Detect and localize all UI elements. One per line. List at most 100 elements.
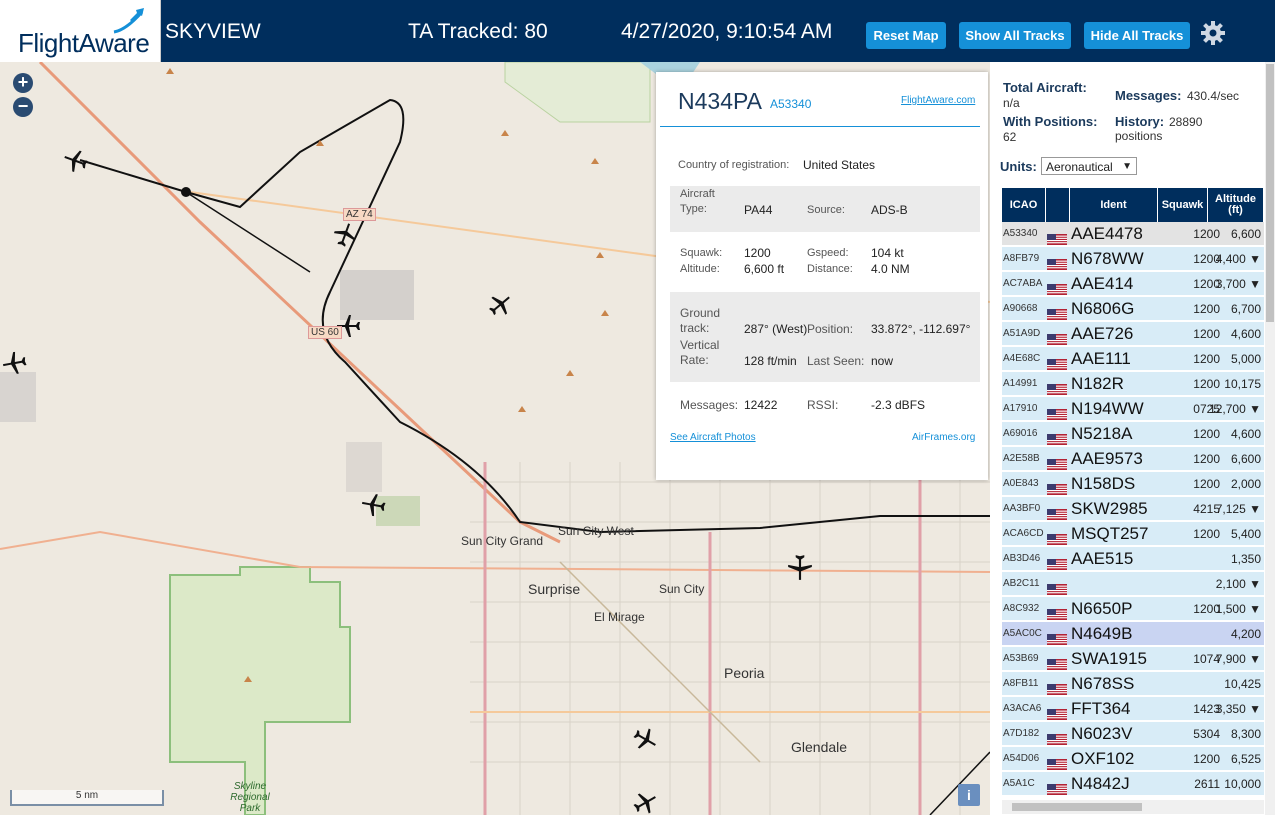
table-row[interactable]: A69016 N5218A 1200 4,600 — [1002, 422, 1264, 446]
total-aircraft-label: Total Aircraft: — [1003, 80, 1087, 95]
table-row[interactable]: A0E843 N158DS 1200 2,000 — [1002, 472, 1264, 496]
table-row[interactable]: AA3BF0 SKW2985 4215 7,125 ▼ — [1002, 497, 1264, 521]
us-flag-icon — [1047, 304, 1067, 320]
row-altitude: 7,900 ▼ — [1215, 652, 1261, 666]
aircraft-marker-icon[interactable] — [632, 726, 658, 752]
aircraft-marker-icon[interactable] — [786, 553, 814, 581]
reset-map-button[interactable]: Reset Map — [866, 22, 946, 49]
aircraft-marker-icon[interactable] — [63, 148, 89, 174]
popup-ground-track: 287° (West) — [744, 322, 808, 336]
row-ident: N6806G — [1071, 299, 1135, 318]
table-row[interactable]: A14991 N182R 1200 10,175 — [1002, 372, 1264, 396]
row-icao: A8FB79 — [1003, 253, 1040, 264]
city-label-surprise: Surprise — [528, 581, 581, 597]
hide-all-tracks-button[interactable]: Hide All Tracks — [1084, 22, 1190, 49]
route-shield-us60: US 60 — [308, 326, 342, 339]
airframes-link[interactable]: AirFrames.org — [912, 432, 975, 443]
zoom-out-button[interactable]: − — [13, 97, 33, 117]
map-info-button[interactable]: i — [958, 784, 980, 806]
table-row[interactable]: A5A1C N4842J 2611 10,000 — [1002, 772, 1264, 796]
popup-last-seen-label: Last Seen: — [807, 354, 865, 368]
row-altitude: 4,400 ▼ — [1215, 252, 1261, 266]
popup-gspeed-label: Gspeed: — [807, 247, 849, 259]
messages-label: Messages: — [1115, 88, 1182, 103]
popup-aircraft-type: PA44 — [744, 203, 773, 217]
popup-position: 33.872°, -112.697° — [871, 322, 971, 336]
table-row[interactable]: A2E58B AAE9573 1200 6,600 — [1002, 447, 1264, 471]
us-flag-icon — [1047, 679, 1067, 695]
table-row[interactable]: ACA6CD MSQT257 1200 5,400 — [1002, 522, 1264, 546]
row-icao: A90668 — [1003, 303, 1038, 314]
row-icao: AB2C11 — [1003, 578, 1040, 589]
row-altitude: 10,425 — [1224, 677, 1261, 691]
units-label: Units: — [1000, 159, 1037, 174]
aircraft-marker-icon[interactable] — [361, 492, 387, 518]
flightaware-logo[interactable]: FlightAware — [0, 0, 161, 62]
table-row[interactable]: AC7ABA AAE414 1200 3,700 ▼ — [1002, 272, 1264, 296]
popup-last-seen: now — [871, 354, 894, 368]
city-label-el-mirage: El Mirage — [594, 610, 645, 624]
table-row[interactable]: A53340 AAE4478 1200 6,600 — [1002, 222, 1264, 246]
col-altitude[interactable]: Altitude (ft) — [1208, 188, 1264, 222]
units-select[interactable]: Aeronautical ▼ — [1041, 157, 1137, 175]
table-row[interactable]: A4E68C AAE111 1200 5,000 — [1002, 347, 1264, 371]
row-ident: AAE726 — [1071, 324, 1134, 343]
col-icao[interactable]: ICAO — [1002, 188, 1046, 222]
row-ident: AAE9573 — [1071, 449, 1143, 468]
col-flag[interactable] — [1046, 188, 1070, 222]
row-icao: A51A9D — [1003, 328, 1041, 339]
row-ident: AAE515 — [1071, 549, 1134, 568]
row-icao: A8C932 — [1003, 603, 1040, 614]
row-altitude: 8,300 — [1230, 727, 1261, 741]
popup-squawk-label: Squawk: — [680, 247, 723, 259]
popup-altitude-label: Altitude: — [680, 263, 720, 275]
col-ident[interactable]: Ident — [1070, 188, 1158, 222]
aircraft-marker-icon[interactable] — [487, 292, 513, 318]
table-row[interactable]: AB2C11 2,100 ▼ — [1002, 572, 1264, 596]
aircraft-marker-icon[interactable] — [632, 790, 658, 815]
popup-flightaware-link[interactable]: FlightAware.com — [901, 95, 975, 106]
table-row[interactable]: AB3D46 AAE515 1,350 — [1002, 547, 1264, 571]
row-ident: N678SS — [1071, 674, 1135, 693]
route-shield-az74: AZ 74 — [343, 208, 376, 221]
us-flag-icon — [1047, 504, 1067, 520]
table-row[interactable]: A17910 N194WW 0725 12,700 ▼ — [1002, 397, 1264, 421]
popup-vrate: 128 ft/min — [744, 354, 797, 368]
us-flag-icon — [1047, 654, 1067, 670]
col-squawk[interactable]: Squawk — [1158, 188, 1208, 222]
aircraft-marker-icon[interactable] — [2, 350, 28, 376]
gear-icon[interactable] — [1200, 20, 1226, 46]
us-flag-icon — [1047, 379, 1067, 395]
us-flag-icon — [1047, 429, 1067, 445]
table-row[interactable]: A3ACA6 FFT364 1423 3,350 ▼ — [1002, 697, 1264, 721]
row-altitude: 1,500 ▼ — [1215, 602, 1261, 616]
table-row[interactable]: A8FB79 N678WW 1200 4,400 ▼ — [1002, 247, 1264, 271]
row-ident: N4649B — [1071, 624, 1133, 643]
row-icao: AA3BF0 — [1003, 503, 1041, 514]
row-altitude: 3,700 ▼ — [1215, 277, 1261, 291]
see-aircraft-photos-link[interactable]: See Aircraft Photos — [670, 432, 756, 443]
messages-value: 430.4/sec — [1187, 89, 1240, 103]
row-ident: AAE111 — [1071, 349, 1131, 368]
row-ident: N5218A — [1071, 424, 1133, 443]
table-row[interactable]: A8FB11 N678SS 10,425 — [1002, 672, 1264, 696]
table-row[interactable]: A8C932 N6650P 1200 1,500 ▼ — [1002, 597, 1264, 621]
table-row[interactable]: A90668 N6806G 1200 6,700 — [1002, 297, 1264, 321]
row-ident: MSQT257 — [1071, 524, 1149, 543]
table-row[interactable]: A5AC0C N4649B 4,200 — [1002, 622, 1264, 646]
logo-text: FlightAware — [18, 28, 150, 58]
horizontal-scrollbar-thumb[interactable] — [1012, 803, 1142, 811]
table-row[interactable]: A51A9D AAE726 1200 4,600 — [1002, 322, 1264, 346]
row-icao: A5A1C — [1003, 778, 1035, 789]
vertical-scrollbar-thumb[interactable] — [1266, 64, 1274, 322]
show-all-tracks-button[interactable]: Show All Tracks — [959, 22, 1071, 49]
table-row[interactable]: A53B69 SWA1915 1074 7,900 ▼ — [1002, 647, 1264, 671]
row-ident: AAE4478 — [1071, 224, 1143, 243]
table-row[interactable]: A7D182 N6023V 5304 8,300 — [1002, 722, 1264, 746]
table-row[interactable]: A54D06 OXF102 1200 6,525 — [1002, 747, 1264, 771]
row-icao: A2E58B — [1003, 453, 1040, 464]
aircraft-marker-icon[interactable] — [332, 222, 358, 248]
row-icao: A54D06 — [1003, 753, 1040, 764]
zoom-in-button[interactable]: + — [13, 73, 33, 93]
us-flag-icon — [1047, 329, 1067, 345]
